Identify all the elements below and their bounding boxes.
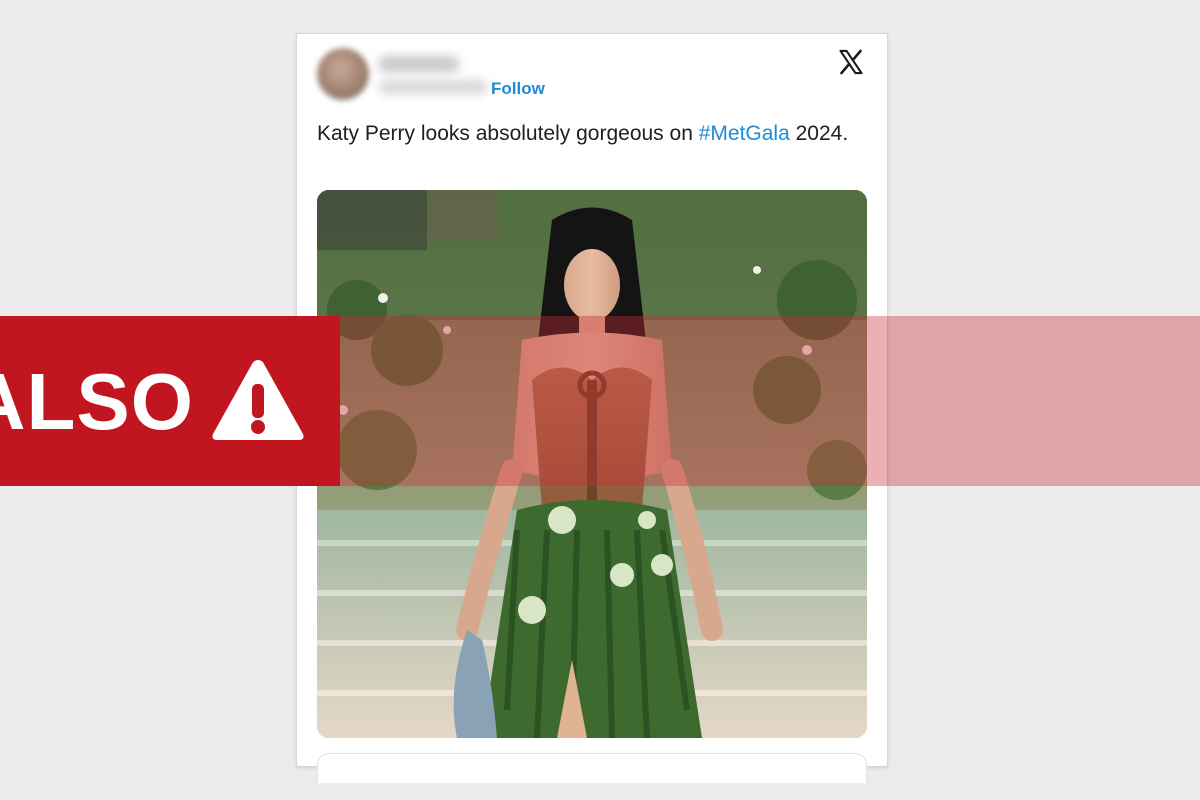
fact-check-label: ALSO <box>0 316 340 486</box>
fact-check-label-overlay <box>340 316 1200 486</box>
hashtag-link[interactable]: #MetGala <box>699 122 790 145</box>
tweet-text-body: Katy Perry looks absolutely gorgeous on <box>317 122 699 145</box>
tweet-footer-card <box>317 753 867 783</box>
blurred-author-name <box>379 56 459 72</box>
fact-check-label-text: ALSO <box>0 357 194 446</box>
x-logo-icon[interactable] <box>837 48 865 76</box>
blurred-author-handle <box>379 80 487 94</box>
tweet-text: Katy Perry looks absolutely gorgeous on … <box>317 120 867 148</box>
tweet-text-end: 2024. <box>789 122 849 145</box>
follow-button[interactable]: Follow <box>491 79 545 99</box>
avatar[interactable] <box>317 48 369 100</box>
warning-triangle-icon <box>212 360 304 440</box>
